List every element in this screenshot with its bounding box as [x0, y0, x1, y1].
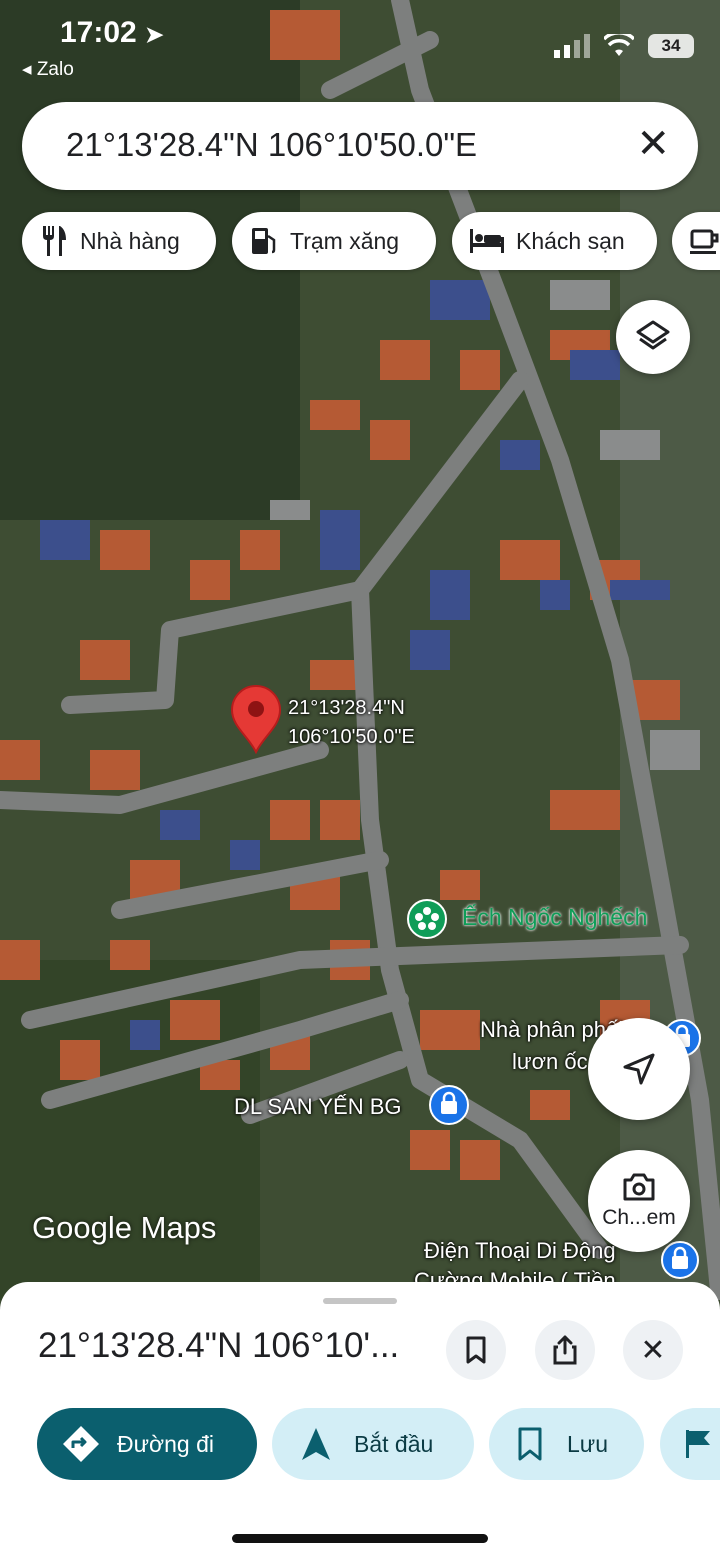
chip-hotel[interactable]: Khách sạn — [452, 212, 657, 270]
wifi-icon — [604, 34, 634, 56]
location-arrow-icon: ➤ — [145, 22, 164, 47]
share-button[interactable] — [535, 1320, 595, 1380]
location-pin-icon[interactable] — [230, 684, 282, 754]
shopping-poi-icon[interactable] — [660, 1240, 700, 1280]
action-label: Bắt đầu — [354, 1430, 434, 1457]
pin-coordinate-label: 21°13'28.4"N 106°10'50.0"E — [288, 697, 415, 748]
action-label: Đường đi — [117, 1430, 214, 1457]
bookmark-icon — [518, 1427, 542, 1461]
layers-icon — [636, 320, 670, 350]
layers-button[interactable] — [616, 300, 690, 374]
sheet-drag-handle[interactable] — [323, 1298, 397, 1304]
chip-label: Khách sạn — [516, 227, 625, 254]
place-title: 21°13'28.4"N 106°10'... — [38, 1326, 400, 1365]
poi-label[interactable]: DL SAN YẾN BG — [234, 1094, 402, 1120]
cellular-signal-icon — [554, 34, 590, 58]
flag-icon — [686, 1430, 710, 1458]
navigation-arrow-icon — [623, 1053, 655, 1085]
hotel-icon — [470, 229, 504, 253]
bookmark-icon — [466, 1336, 486, 1364]
chip-coffee[interactable] — [672, 212, 720, 270]
action-label: Lưu — [567, 1430, 608, 1457]
save-bookmark-button[interactable] — [446, 1320, 506, 1380]
camera-label: Ch...em — [602, 1206, 676, 1229]
more-actions-button[interactable] — [660, 1408, 720, 1480]
back-to-app-link[interactable]: ◂ Zalo — [22, 58, 74, 81]
shopping-poi-icon[interactable] — [428, 1084, 470, 1126]
coffee-icon — [690, 229, 719, 254]
place-bottom-sheet[interactable]: 21°13'28.4"N 106°10'... ✕ Đường đi Bắt đ… — [0, 1282, 720, 1559]
navigation-start-icon — [302, 1428, 330, 1460]
status-bar: 17:02 ➤ ◂ Zalo 34 — [0, 0, 720, 90]
save-button[interactable]: Lưu — [489, 1408, 644, 1480]
chip-label: Nhà hàng — [80, 227, 180, 254]
chip-gas-station[interactable]: Trạm xăng — [232, 212, 436, 270]
camera-search-button[interactable]: Ch...em — [588, 1150, 690, 1252]
close-sheet-button[interactable]: ✕ — [623, 1320, 683, 1380]
clear-search-button[interactable]: ✕ — [636, 124, 670, 164]
category-chips: Nhà hàng Trạm xăng Khách sạn — [22, 212, 720, 272]
google-maps-logo: Google Maps — [32, 1210, 217, 1245]
close-icon: ✕ — [640, 1333, 666, 1367]
poi-label[interactable]: Ếch Ngốc Nghếch — [462, 904, 647, 931]
search-input[interactable]: 21°13'28.4"N 106°10'50.0"E — [66, 126, 477, 164]
camera-icon — [623, 1173, 655, 1201]
chip-restaurant[interactable]: Nhà hàng — [22, 212, 216, 270]
status-time: 17:02 ➤ — [60, 16, 164, 49]
gas-station-icon — [252, 228, 276, 254]
search-bar[interactable]: 21°13'28.4"N 106°10'50.0"E ✕ — [22, 102, 698, 190]
chip-label: Trạm xăng — [290, 227, 400, 254]
battery-indicator: 34 — [648, 34, 694, 58]
share-icon — [553, 1335, 577, 1365]
my-location-button[interactable] — [588, 1018, 690, 1120]
home-indicator[interactable] — [232, 1534, 488, 1543]
poi-ech-ngoc-nghech[interactable] — [406, 898, 448, 945]
restaurant-icon — [43, 226, 66, 256]
start-button[interactable]: Bắt đầu — [272, 1408, 474, 1480]
flower-poi-icon — [407, 899, 447, 939]
directions-icon — [63, 1426, 99, 1462]
directions-button[interactable]: Đường đi — [37, 1408, 257, 1480]
